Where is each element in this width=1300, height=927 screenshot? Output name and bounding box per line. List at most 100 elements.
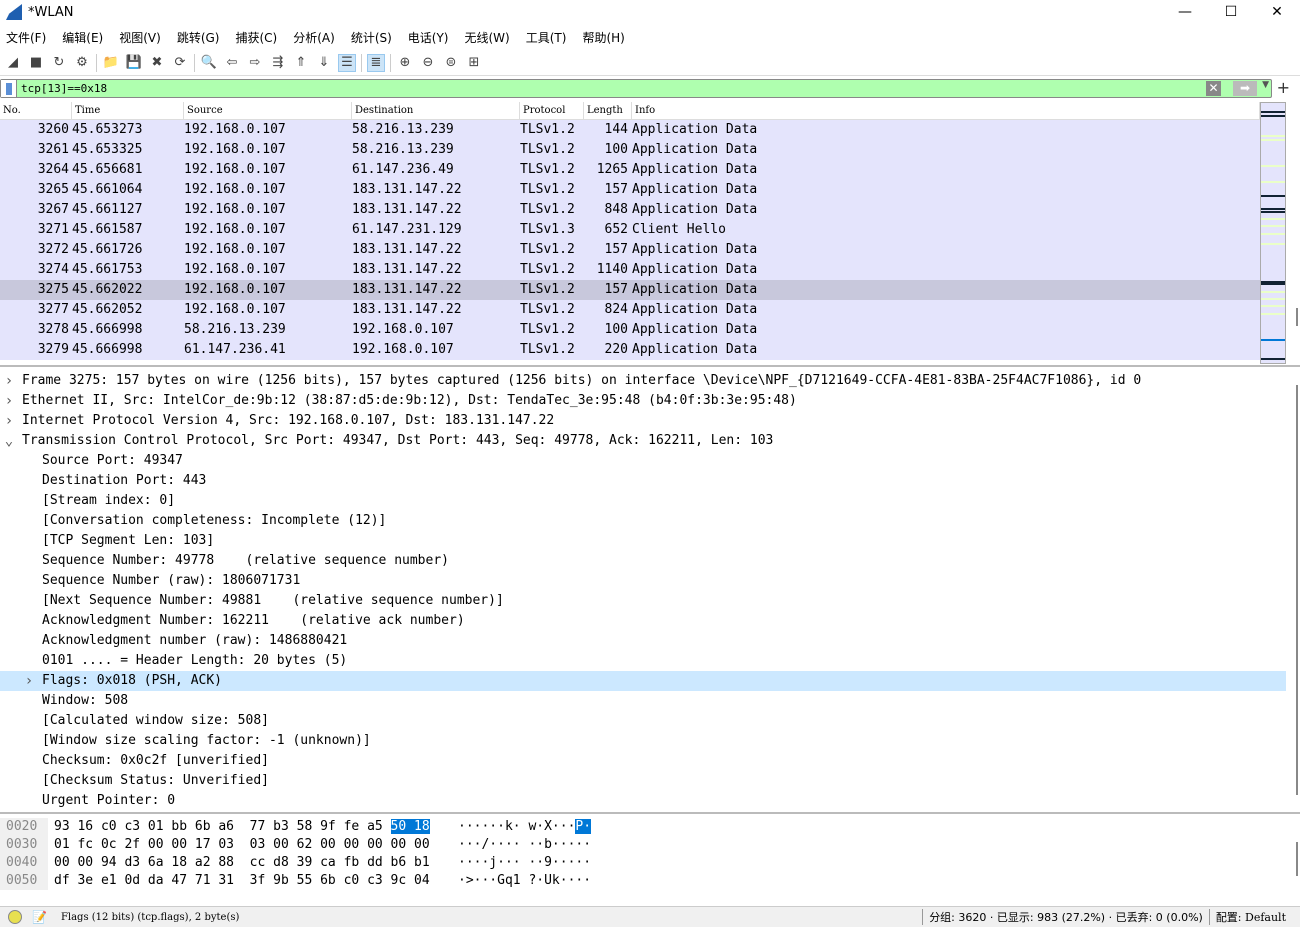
- detail-row[interactable]: [Calculated window size: 508]: [0, 711, 1286, 731]
- save-icon[interactable]: 💾: [125, 54, 143, 72]
- detail-row[interactable]: ⌄ Transmission Control Protocol, Src Port…: [0, 431, 1286, 451]
- capture-comment-icon[interactable]: 📝: [32, 910, 47, 924]
- hex-bytes[interactable]: df 3e e1 0d da 47 71 31 3f 9b 55 6b c0 c…: [48, 872, 458, 890]
- detail-row[interactable]: Destination Port: 443: [0, 471, 1286, 491]
- packet-list-scrollbar[interactable]: [1296, 308, 1298, 326]
- zoom-in-icon[interactable]: ⊕: [396, 54, 414, 72]
- bytes-scrollbar[interactable]: [1296, 842, 1298, 876]
- zoom-out-icon[interactable]: ⊖: [419, 54, 437, 72]
- menu-item[interactable]: 帮助(H): [582, 29, 624, 46]
- find-icon[interactable]: 🔍: [200, 54, 218, 72]
- chevron-right-icon[interactable]: ›: [22, 671, 36, 691]
- column-header-info[interactable]: Info: [632, 102, 1260, 119]
- detail-row[interactable]: Sequence Number: 49778 (relative sequenc…: [0, 551, 1286, 571]
- column-header-source[interactable]: Source: [184, 102, 352, 119]
- last-icon[interactable]: ⇓: [315, 54, 333, 72]
- detail-row[interactable]: [Next Sequence Number: 49881 (relative s…: [0, 591, 1286, 611]
- packet-row[interactable]: 3275 45.662022 192.168.0.107 183.131.147.22…: [0, 280, 1260, 300]
- apply-filter-icon[interactable]: ➡: [1233, 81, 1257, 96]
- detail-row[interactable]: › Internet Protocol Version 4, Src: 192.1…: [0, 411, 1286, 431]
- detail-row[interactable]: [Window size scaling factor: -1 (unknown…: [0, 731, 1286, 751]
- column-header-destination[interactable]: Destination: [352, 102, 520, 119]
- menu-item[interactable]: 分析(A): [293, 29, 335, 46]
- colorize-icon[interactable]: ≣: [367, 53, 385, 72]
- detail-row[interactable]: [Checksum Status: Unverified]: [0, 771, 1286, 791]
- hex-bytes[interactable]: 01 fc 0c 2f 00 00 17 03 03 00 62 00 00 0…: [48, 836, 458, 854]
- packet-row[interactable]: 3261 45.653325 192.168.0.107 58.216.13.239 T…: [0, 140, 1260, 160]
- packet-row[interactable]: 3277 45.662052 192.168.0.107 183.131.147.22…: [0, 300, 1260, 320]
- clear-filter-icon[interactable]: ✕: [1206, 81, 1221, 96]
- chevron-right-icon[interactable]: ›: [2, 391, 16, 411]
- packet-row[interactable]: 3271 45.661587 192.168.0.107 61.147.231.129…: [0, 220, 1260, 240]
- menu-item[interactable]: 无线(W): [465, 29, 510, 46]
- menu-item[interactable]: 文件(F): [6, 29, 46, 46]
- close-button[interactable]: ✕: [1254, 0, 1300, 24]
- detail-row[interactable]: › Ethernet II, Src: IntelCor_de:9b:12 (38…: [0, 391, 1286, 411]
- menu-item[interactable]: 编辑(E): [62, 29, 103, 46]
- detail-row[interactable]: [Stream index: 0]: [0, 491, 1286, 511]
- menu-item[interactable]: 工具(T): [526, 29, 567, 46]
- hex-row[interactable]: 0050 df 3e e1 0d da 47 71 31 3f 9b 55 6b …: [0, 872, 1300, 890]
- filter-history-dropdown-icon[interactable]: ▼: [1262, 80, 1269, 90]
- chevron-right-icon[interactable]: ›: [2, 411, 16, 431]
- options-icon[interactable]: ⚙: [73, 54, 91, 72]
- hex-ascii[interactable]: ·>···Gq1 ?·Uk····: [458, 872, 591, 890]
- hex-row[interactable]: 0040 00 00 94 d3 6a 18 a2 88 cc d8 39 ca …: [0, 854, 1300, 872]
- menu-item[interactable]: 捕获(C): [235, 29, 277, 46]
- add-filter-button-icon[interactable]: +: [1277, 78, 1290, 97]
- menu-item[interactable]: 视图(V): [119, 29, 161, 46]
- detail-row[interactable]: Acknowledgment number (raw): 1486880421: [0, 631, 1286, 651]
- packet-row[interactable]: 3272 45.661726 192.168.0.107 183.131.147.22…: [0, 240, 1260, 260]
- packet-row[interactable]: 3265 45.661064 192.168.0.107 183.131.147.22…: [0, 180, 1260, 200]
- detail-row[interactable]: Sequence Number (raw): 1806071731: [0, 571, 1286, 591]
- profile-status[interactable]: 配置: Default: [1216, 909, 1300, 925]
- back-icon[interactable]: ⇦: [223, 54, 241, 72]
- detail-row[interactable]: Checksum: 0x0c2f [unverified]: [0, 751, 1286, 771]
- chevron-right-icon[interactable]: ›: [2, 371, 16, 391]
- zoom-normal-icon[interactable]: ⊜: [442, 54, 460, 72]
- column-header-protocol[interactable]: Protocol: [520, 102, 584, 119]
- menu-item[interactable]: 电话(Y): [408, 29, 449, 46]
- goto-icon[interactable]: ⇶: [269, 54, 287, 72]
- detail-row[interactable]: [Conversation completeness: Incomplete (…: [0, 511, 1286, 531]
- display-filter-input[interactable]: [17, 82, 1197, 95]
- restart-icon[interactable]: ↻: [50, 54, 68, 72]
- first-icon[interactable]: ⇑: [292, 54, 310, 72]
- packet-row[interactable]: 3264 45.656681 192.168.0.107 61.147.236.49 T…: [0, 160, 1260, 180]
- hex-row[interactable]: 0020 93 16 c0 c3 01 bb 6b a6 77 b3 58 9f …: [0, 818, 1300, 836]
- hex-bytes[interactable]: 93 16 c0 c3 01 bb 6b a6 77 b3 58 9f fe a…: [48, 818, 458, 836]
- shark-fin-icon[interactable]: ◢: [4, 54, 22, 72]
- expert-info-icon[interactable]: [8, 910, 22, 924]
- hex-ascii[interactable]: ···/···· ··b·····: [458, 836, 591, 854]
- chevron-down-icon[interactable]: ⌄: [2, 431, 16, 451]
- hex-row[interactable]: 0030 01 fc 0c 2f 00 00 17 03 03 00 62 00 …: [0, 836, 1300, 854]
- hex-ascii[interactable]: ····j··· ··9·····: [458, 854, 591, 872]
- detail-row[interactable]: 0101 .... = Header Length: 20 bytes (5): [0, 651, 1286, 671]
- column-header-time[interactable]: Time: [72, 102, 184, 119]
- details-scrollbar[interactable]: [1296, 385, 1298, 795]
- hex-ascii[interactable]: ······k· w·X···P·: [458, 818, 592, 836]
- bookmark-icon[interactable]: [1, 80, 17, 97]
- column-header-no[interactable]: No.: [0, 102, 72, 119]
- pane-splitter[interactable]: [0, 812, 1300, 814]
- stop-icon[interactable]: ■: [27, 54, 45, 72]
- detail-row[interactable]: Source Port: 49347: [0, 451, 1286, 471]
- resize-columns-icon[interactable]: ⊞: [465, 54, 483, 72]
- detail-row[interactable]: Acknowledgment Number: 162211 (relative …: [0, 611, 1286, 631]
- minimize-button[interactable]: —: [1162, 0, 1208, 24]
- menu-item[interactable]: 统计(S): [351, 29, 392, 46]
- menu-item[interactable]: 跳转(G): [177, 29, 220, 46]
- packet-row[interactable]: 3274 45.661753 192.168.0.107 183.131.147.22…: [0, 260, 1260, 280]
- packet-row[interactable]: 3278 45.666998 58.216.13.239 192.168.0.107 T…: [0, 320, 1260, 340]
- column-header-length[interactable]: Length: [584, 102, 632, 119]
- maximize-button[interactable]: ☐: [1208, 0, 1254, 24]
- detail-row[interactable]: Urgent Pointer: 0: [0, 791, 1286, 811]
- detail-row[interactable]: [TCP Segment Len: 103]: [0, 531, 1286, 551]
- forward-icon[interactable]: ⇨: [246, 54, 264, 72]
- autoscroll-icon[interactable]: ☰: [338, 53, 356, 72]
- close-file-icon[interactable]: ✖: [148, 54, 166, 72]
- detail-row[interactable]: Window: 508: [0, 691, 1286, 711]
- packet-minimap-scrollbar[interactable]: [1260, 102, 1286, 364]
- reload-icon[interactable]: ⟳: [171, 54, 189, 72]
- packet-row[interactable]: 3279 45.666998 61.147.236.41 192.168.0.107 T…: [0, 340, 1260, 360]
